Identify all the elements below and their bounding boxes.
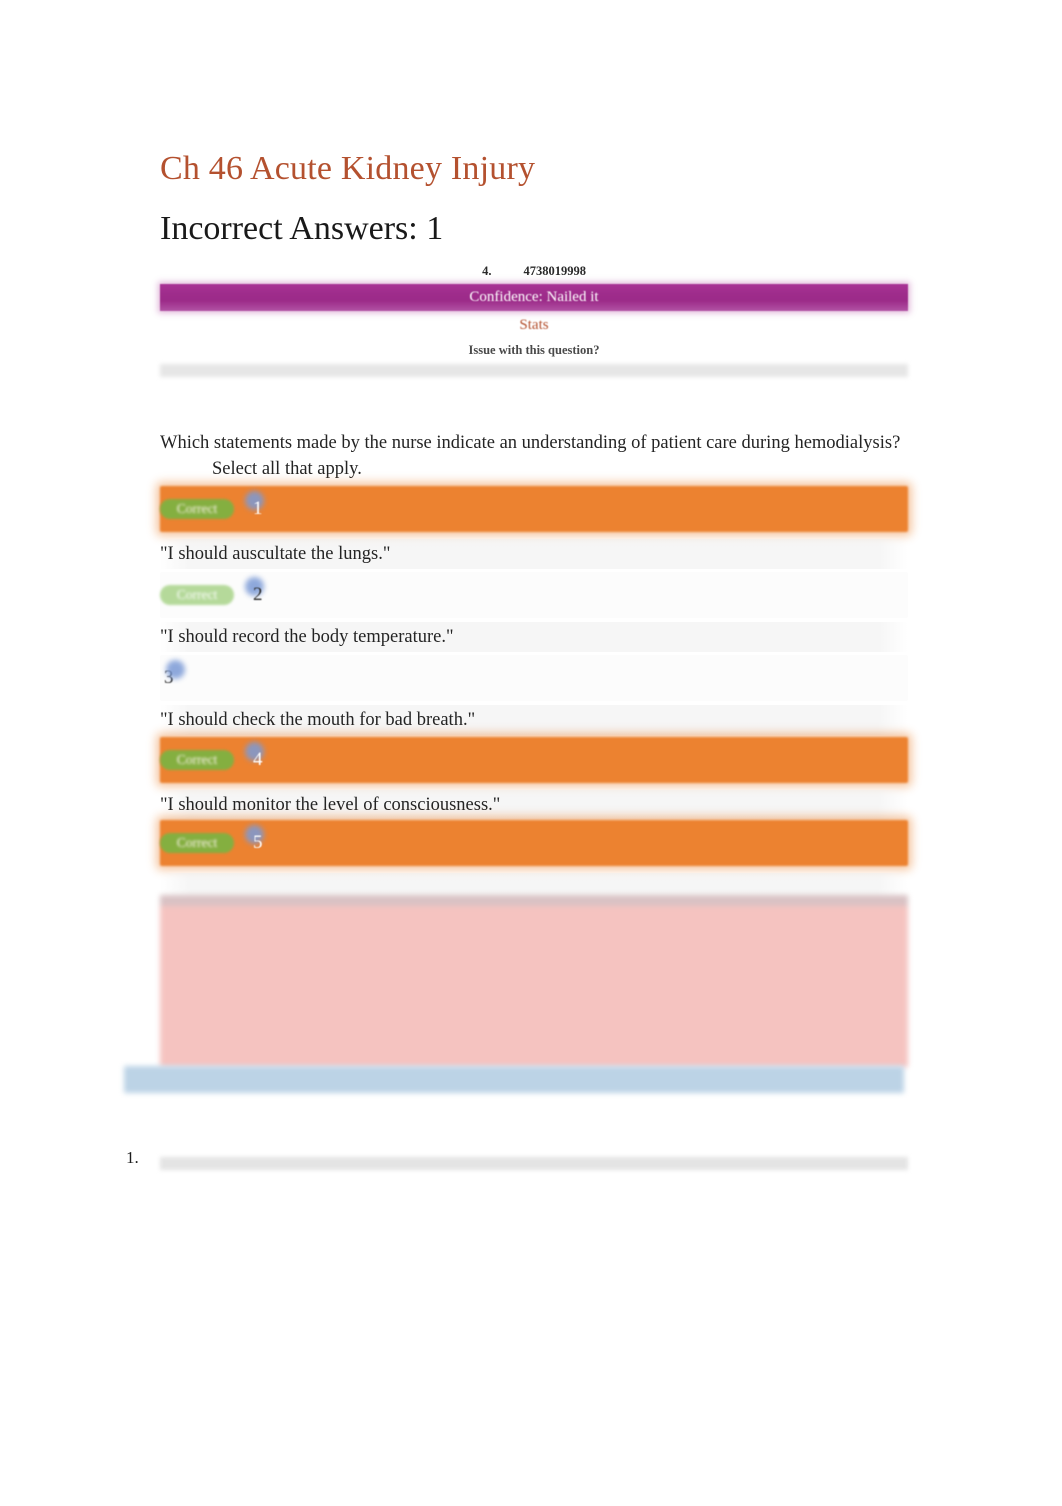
option-2-answer-text: "I should record the body temperature.": [160, 622, 908, 652]
correct-badge: Correct: [160, 499, 234, 519]
issue-with-question-link[interactable]: Issue with this question?: [160, 343, 908, 358]
option-4-highlight: [160, 737, 908, 783]
option-2-content: Correct 2: [160, 572, 264, 618]
question-id: 4738019998: [523, 264, 586, 278]
option-3-content: 3: [164, 655, 185, 701]
rationale-block-header: [160, 895, 908, 906]
option-index: 1: [253, 498, 263, 519]
option-1-answer-text: "I should auscultate the lungs.": [160, 539, 908, 569]
question-stem-text: Which statements made by the nurse indic…: [160, 433, 901, 453]
option-index: 2: [253, 584, 263, 605]
option-2-highlight: [160, 572, 908, 618]
option-5-content: Correct 5: [160, 820, 264, 866]
footer-content-bar: [160, 1157, 908, 1170]
option-5-highlight: [160, 820, 908, 866]
footer-list-item: 1.: [126, 1148, 908, 1174]
footer-list-marker: 1.: [126, 1148, 139, 1167]
option-4-content: Correct 4: [160, 737, 264, 783]
rationale-block: [160, 895, 908, 1067]
question-id-row: 4. 4738019998: [160, 262, 908, 280]
option-3-highlight: [160, 655, 908, 701]
correct-badge: Correct: [160, 750, 234, 770]
meta-divider-bar: [160, 364, 908, 377]
correct-badge: Correct: [160, 585, 234, 605]
option-1-highlight: [160, 486, 908, 532]
option-3-answer-text: "I should check the mouth for bad breath…: [160, 705, 908, 735]
confidence-badge: Confidence: Nailed it: [160, 284, 908, 311]
question-number: 4.: [482, 264, 492, 278]
incorrect-answers-heading: Incorrect Answers: 1: [160, 210, 444, 247]
option-index: 4: [253, 749, 263, 770]
correct-badge: Correct: [160, 833, 234, 853]
select-all-instruction: Select all that apply.: [212, 459, 362, 479]
page-title: Ch 46 Acute Kidney Injury: [160, 150, 536, 187]
option-index: 5: [253, 832, 263, 853]
question-meta-block: 4. 4738019998 Confidence: Nailed it Stats…: [160, 262, 908, 377]
option-1-content: Correct 1: [160, 486, 264, 532]
document-page: Ch 46 Acute Kidney Injury Incorrect Answ…: [0, 0, 1062, 1506]
reference-bar: [124, 1066, 904, 1093]
stats-link[interactable]: Stats: [160, 317, 908, 334]
question-stem: Which statements made by the nurse indic…: [160, 430, 908, 482]
option-unselected-dot-icon[interactable]: [165, 660, 185, 679]
option-4-answer-text: "I should monitor the level of conscious…: [160, 790, 908, 820]
